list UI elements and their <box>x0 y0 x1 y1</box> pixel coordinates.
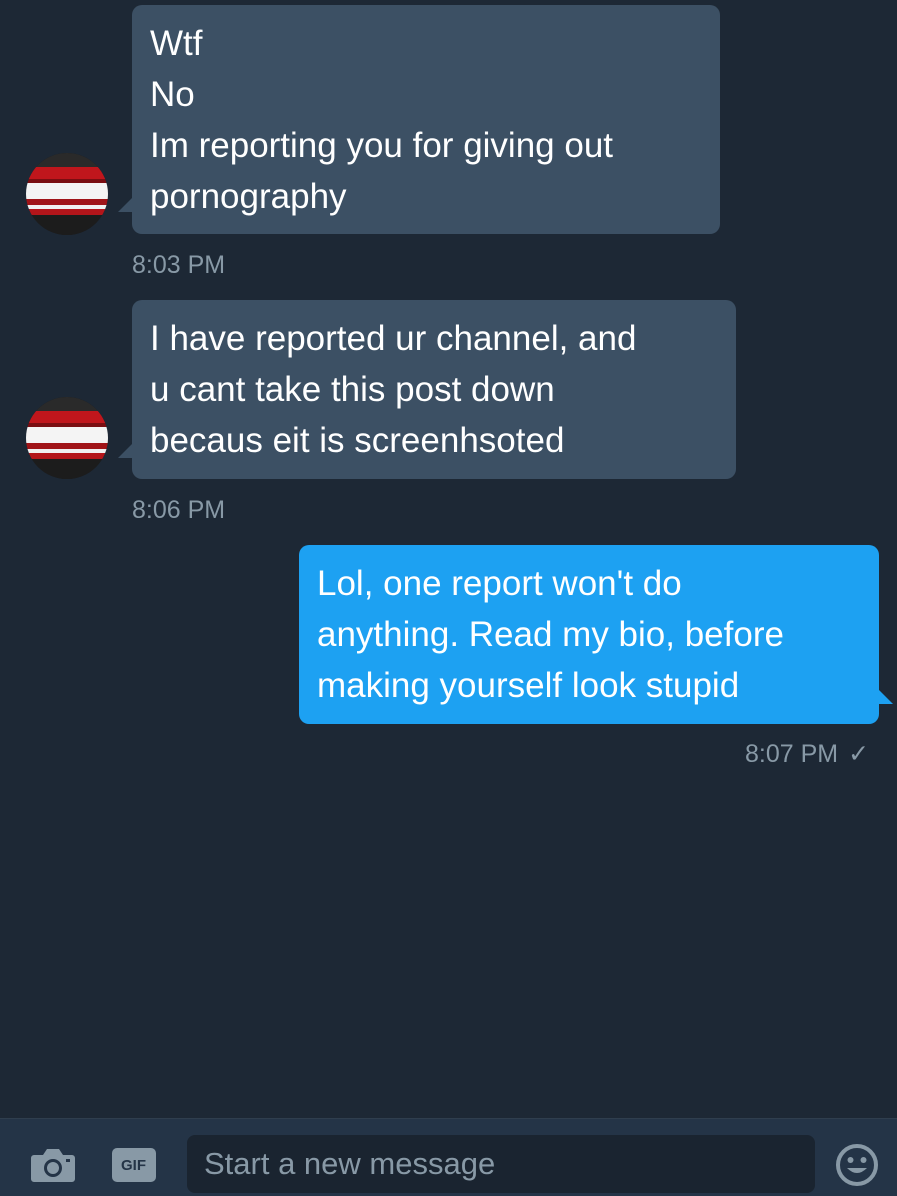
outgoing-message-bubble[interactable]: Lol, one report won't do anything. Read … <box>299 545 879 724</box>
camera-icon <box>31 1149 75 1182</box>
incoming-message-bubble[interactable]: I have reported ur channel, and u cant t… <box>132 300 736 479</box>
message-input[interactable] <box>202 1145 800 1183</box>
message-input-container[interactable] <box>187 1135 815 1193</box>
gif-icon: GIF <box>111 1148 156 1182</box>
incoming-message-bubble[interactable]: Wtf No Im reporting you for giving out p… <box>132 5 720 234</box>
message-timestamp: 8:07 PM ✓ <box>745 739 869 769</box>
sender-avatar[interactable] <box>26 397 108 479</box>
message-timestamp: 8:06 PM <box>132 496 226 524</box>
message-composer: GIF <box>0 1118 897 1196</box>
camera-button[interactable] <box>30 1145 76 1185</box>
message-thread[interactable]: Wtf No Im reporting you for giving out p… <box>0 0 897 1118</box>
gif-button[interactable]: GIF <box>111 1147 156 1183</box>
sent-check-icon: ✓ <box>848 740 870 768</box>
message-timestamp: 8:03 PM <box>132 251 226 279</box>
timestamp-text: 8:07 PM <box>745 740 839 768</box>
emoji-button[interactable] <box>834 1142 880 1188</box>
emoji-icon <box>836 1144 878 1186</box>
gif-label: GIF <box>121 1156 146 1174</box>
sender-avatar[interactable] <box>26 153 108 235</box>
